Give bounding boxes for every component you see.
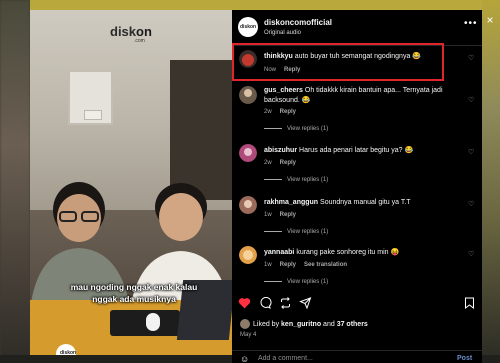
likes-summary: Liked by ken_guritno and 37 others	[240, 319, 480, 329]
repost-icon[interactable]	[279, 297, 292, 309]
video-mousepad	[110, 310, 180, 336]
comment-username[interactable]: gus_cheers	[264, 87, 303, 94]
post-modal: × diskon .com mau ngoding nggak enak kal…	[0, 0, 500, 363]
comment-meta: 2w Reply	[264, 160, 304, 166]
see-translation-button[interactable]: See translation	[304, 262, 347, 268]
comment-body: rakhma_anggun Soundnya manual gitu ya T.…	[264, 198, 462, 208]
view-replies-label: View replies (1)	[287, 126, 329, 132]
view-replies-label: View replies (1)	[287, 229, 329, 235]
comment-icon[interactable]	[259, 297, 272, 309]
post-date: May 4	[240, 332, 257, 338]
likes-count[interactable]: 37 others	[337, 321, 368, 328]
highlight-box	[232, 43, 444, 81]
comment-avatar[interactable]	[239, 50, 257, 68]
like-comment-icon[interactable]: ♡	[468, 200, 474, 208]
comment-username[interactable]: abiszuhur	[264, 147, 297, 154]
view-replies-line	[264, 230, 282, 232]
video-player[interactable]: diskon .com mau ngoding nggak enak kalau…	[30, 10, 232, 355]
video-account-badge-text: diskon	[60, 350, 77, 355]
post-actions	[232, 294, 482, 316]
like-comment-icon[interactable]: ♡	[468, 148, 474, 156]
comments-panel: diskon diskoncomofficial Original audio …	[232, 10, 482, 363]
video-mouse	[146, 313, 160, 331]
backdrop-top	[30, 0, 482, 10]
logo-part-a: disk	[110, 24, 137, 39]
comment-avatar-image	[239, 144, 257, 162]
bookmark-icon[interactable]	[464, 297, 475, 309]
logo-suffix: .com	[134, 38, 145, 44]
view-replies-label: View replies (1)	[287, 177, 329, 183]
caption-line-1: mau ngoding nggak enak kalau	[70, 282, 198, 292]
caption-line-2: nggak ada musiknya	[92, 294, 176, 304]
comment-avatar[interactable]	[239, 246, 257, 264]
likes-and: and	[323, 320, 335, 328]
comment-username[interactable]: rakhma_anggun	[264, 199, 318, 206]
backdrop-left	[0, 0, 30, 363]
liker-username[interactable]: ken_guritno	[281, 321, 321, 328]
reply-button[interactable]: Reply	[280, 262, 296, 268]
comment-avatar-image	[239, 86, 257, 104]
video-caption: mau ngoding nggak enak kalau nggak ada m…	[44, 281, 224, 305]
emoji-icon[interactable]: ☺	[240, 354, 249, 363]
profile-avatar-text: diskon	[240, 24, 257, 30]
likes-prefix: Liked by	[253, 320, 280, 328]
comment-avatar[interactable]	[239, 144, 257, 162]
profile-avatar[interactable]: diskon	[238, 17, 258, 37]
view-replies-line	[264, 127, 282, 129]
comment-body: yannaabi kurang pake sonhoreg itu min 😝	[264, 248, 462, 258]
liker-avatar	[240, 319, 250, 329]
comment-time: 2w	[264, 109, 272, 115]
like-comment-icon[interactable]: ♡	[468, 96, 474, 104]
comment-body: abiszuhur Harus ada penari latar begitu …	[264, 146, 462, 156]
like-comment-icon[interactable]: ♡	[468, 54, 474, 62]
comment-avatar-image	[239, 196, 257, 214]
comment-text: auto buyar tuh semangat ngodingnya 😂	[294, 53, 421, 60]
comment-avatar[interactable]	[239, 86, 257, 104]
comment-time: 1w	[264, 262, 272, 268]
video-air-conditioner	[84, 110, 102, 120]
view-replies-button[interactable]: View replies (1)	[264, 229, 328, 235]
audio-label[interactable]: Original audio	[264, 30, 301, 36]
view-replies-line	[264, 280, 282, 282]
comment-avatar-image	[239, 246, 257, 264]
comment-meta: 1w Reply	[264, 212, 304, 218]
comment-meta: 2w Reply	[264, 109, 304, 115]
comment-body: thinkkyu auto buyar tuh semangat ngoding…	[264, 52, 462, 62]
view-replies-button[interactable]: View replies (1)	[264, 279, 328, 285]
reply-button[interactable]: Reply	[280, 109, 296, 115]
logo-part-b: on	[136, 24, 152, 39]
comment-meta: Now Reply	[264, 67, 308, 73]
post-header: diskon diskoncomofficial Original audio …	[232, 10, 482, 46]
comment-meta: 1w Reply See translation	[264, 262, 355, 268]
more-horizontal-icon[interactable]: •••	[464, 18, 478, 29]
comment-username[interactable]: yannaabi	[264, 249, 294, 256]
view-replies-button[interactable]: View replies (1)	[264, 177, 328, 183]
reply-button[interactable]: Reply	[280, 212, 296, 218]
comment-avatar[interactable]	[239, 196, 257, 214]
heart-filled-icon[interactable]	[238, 297, 251, 309]
reply-button[interactable]: Reply	[284, 67, 300, 73]
post-comment-button[interactable]: Post	[457, 355, 472, 362]
comment-avatar-image	[239, 50, 257, 68]
reply-button[interactable]: Reply	[280, 160, 296, 166]
like-comment-icon[interactable]: ♡	[468, 250, 474, 258]
video-logo: diskon	[110, 24, 152, 39]
profile-username[interactable]: diskoncomofficial	[264, 18, 332, 27]
add-comment-bar: ☺ Add a comment... Post	[232, 350, 482, 363]
backdrop-right	[482, 0, 500, 363]
comment-text: Soundnya manual gitu ya T.T	[320, 199, 411, 206]
close-icon[interactable]: ×	[484, 14, 496, 26]
comment-username[interactable]: thinkkyu	[264, 53, 293, 60]
comment-text: kurang pake sonhoreg itu min 😝	[296, 249, 400, 256]
add-comment-input[interactable]: Add a comment...	[258, 355, 313, 362]
comment-time: Now	[264, 67, 277, 73]
comment-text: Harus ada penari latar begitu ya? 😂	[299, 147, 414, 154]
view-replies-line	[264, 178, 282, 180]
comment-body: gus_cheers Oh tidakkk kirain bantuin apa…	[264, 86, 462, 106]
comment-time: 2w	[264, 160, 272, 166]
view-replies-button[interactable]: View replies (1)	[264, 126, 328, 132]
share-icon[interactable]	[299, 297, 312, 309]
comment-time: 1w	[264, 212, 272, 218]
view-replies-label: View replies (1)	[287, 279, 329, 285]
